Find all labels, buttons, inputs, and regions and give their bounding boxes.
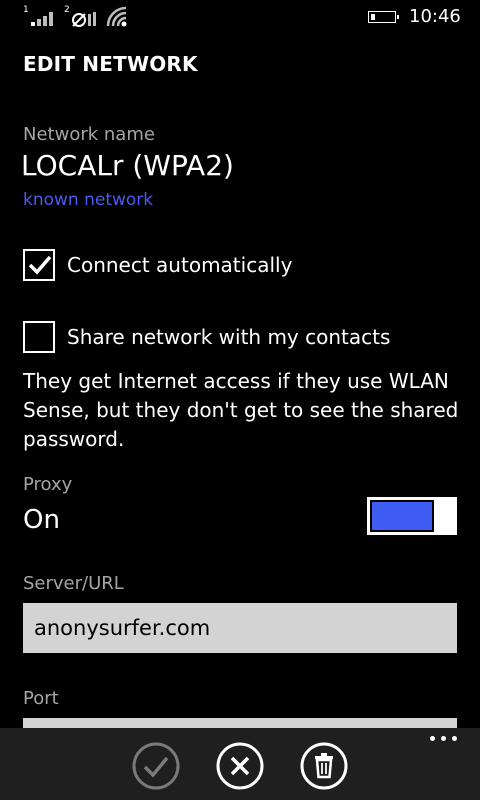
proxy-label: Proxy <box>23 474 73 495</box>
delete-icon[interactable] <box>300 742 348 790</box>
sim1-signal: 1 <box>23 6 55 28</box>
checkbox-box[interactable] <box>23 321 55 353</box>
status-bar: 1 2 10:46 <box>0 0 480 34</box>
proxy-state: On <box>23 505 60 535</box>
port-label: Port <box>23 688 59 709</box>
connect-automatically-checkbox[interactable]: Connect automatically <box>23 249 463 283</box>
share-network-checkbox[interactable]: Share network with my contacts <box>23 321 463 355</box>
app-bar <box>0 728 480 800</box>
more-icon[interactable] <box>430 736 458 744</box>
share-description: They get Internet access if they use WLA… <box>23 369 459 451</box>
page-title: EDIT NETWORK <box>23 52 198 76</box>
network-name-label: Network name <box>23 124 155 145</box>
toggle-thumb[interactable] <box>437 497 457 535</box>
connect-automatically-label: Connect automatically <box>67 253 293 277</box>
check-icon[interactable] <box>132 742 180 790</box>
battery-icon <box>368 11 399 23</box>
sim1-label: 1 <box>23 5 29 15</box>
sim2-signal: 2 <box>64 6 98 28</box>
proxy-toggle[interactable] <box>367 497 457 535</box>
network-name: LOCALr (WPA2) <box>21 149 234 182</box>
wifi-icon <box>106 6 127 27</box>
known-network-link[interactable]: known network <box>23 190 153 210</box>
share-network-label: Share network with my contacts <box>67 325 391 349</box>
signal-bars-icon <box>31 12 53 26</box>
checkbox-box[interactable] <box>23 249 55 281</box>
toggle-fill <box>372 502 432 530</box>
server-url-label: Server/URL <box>23 573 124 594</box>
close-icon[interactable] <box>216 742 264 790</box>
checkmark-icon <box>28 255 52 275</box>
clock: 10:46 <box>409 6 461 27</box>
sim2-label: 2 <box>64 5 70 15</box>
server-url-input[interactable]: anonysurfer.com <box>23 603 457 653</box>
no-sim-icon <box>72 12 96 27</box>
